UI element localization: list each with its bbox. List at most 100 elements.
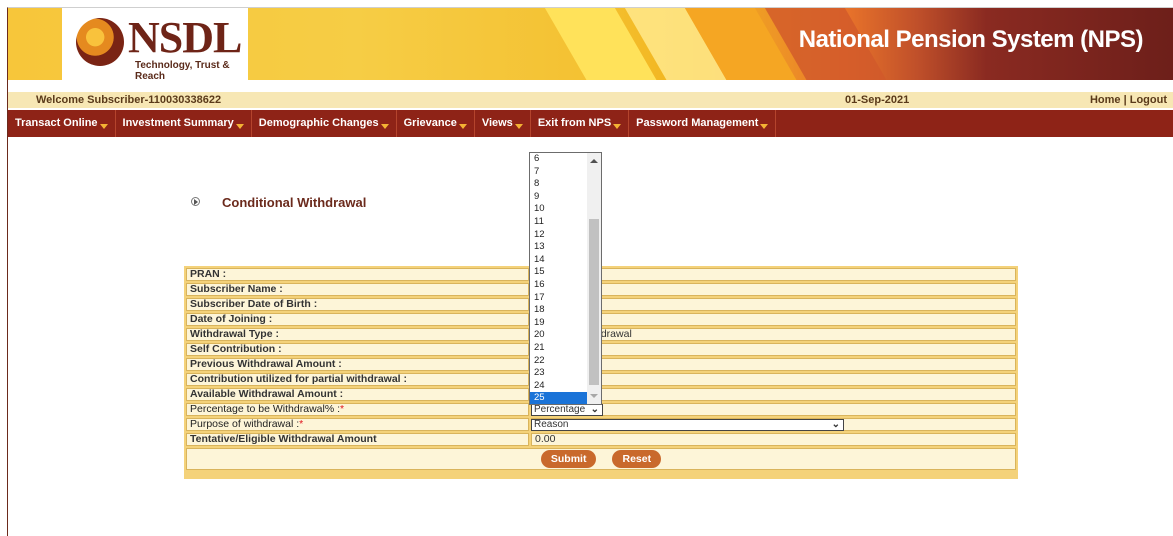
- form-row: Tentative/Eligible Withdrawal Amount 0.00: [186, 433, 1016, 446]
- dropdown-option[interactable]: 20: [530, 329, 589, 342]
- button-row: Submit Reset: [186, 448, 1016, 470]
- dropdown-option[interactable]: 12: [530, 229, 589, 242]
- dob-value: [531, 298, 1016, 311]
- dropdown-option[interactable]: 22: [530, 355, 589, 368]
- dropdown-option[interactable]: 15: [530, 266, 589, 279]
- purpose-select[interactable]: Reason ⌄: [531, 419, 844, 431]
- dropdown-arrow-icon: [458, 124, 467, 129]
- current-date: 01-Sep-2021: [845, 94, 910, 106]
- chevron-down-icon: ⌄: [590, 404, 599, 415]
- scroll-up-icon[interactable]: [590, 159, 598, 163]
- nav-label: Investment Summary: [122, 117, 234, 129]
- dropdown-option[interactable]: 6: [530, 153, 589, 166]
- withdrawal-type-value: hdrawal: [531, 328, 1016, 341]
- link-separator: |: [1120, 94, 1130, 106]
- purpose-label: Purpose of withdrawal :*: [186, 418, 529, 431]
- chevron-down-icon: ⌄: [831, 419, 840, 430]
- dropdown-option[interactable]: 23: [530, 367, 589, 380]
- page-title: Conditional Withdrawal: [222, 195, 367, 210]
- percentage-select-value: Percentage: [534, 404, 586, 415]
- dropdown-option[interactable]: 13: [530, 241, 589, 254]
- nav-label: Demographic Changes: [258, 117, 379, 129]
- tentative-amount-value: 0.00: [531, 433, 1016, 446]
- welcome-bar: Welcome Subscriber-110030338622 01-Sep-2…: [8, 92, 1173, 108]
- dropdown-option[interactable]: 7: [530, 166, 589, 179]
- dropdown-arrow-icon: [514, 124, 523, 129]
- contribution-utilized-label: Contribution utilized for partial withdr…: [186, 373, 529, 386]
- subscriber-name-value: [531, 283, 1016, 296]
- doj-value: [531, 313, 1016, 326]
- tentative-amount-label: Tentative/Eligible Withdrawal Amount: [186, 433, 529, 446]
- nav-views[interactable]: Views: [475, 110, 531, 137]
- required-mark: *: [299, 418, 304, 430]
- dropdown-scrollbar[interactable]: [587, 153, 601, 404]
- pran-label: PRAN :: [186, 268, 529, 281]
- nav-investment-summary[interactable]: Investment Summary: [116, 110, 252, 137]
- scroll-thumb[interactable]: [589, 219, 599, 385]
- dropdown-arrow-icon: [760, 124, 769, 129]
- nav-label: Transact Online: [15, 117, 98, 129]
- self-contribution-label: Self Contribution :: [186, 343, 529, 356]
- system-title: National Pension System (NPS): [798, 26, 1144, 53]
- submit-button[interactable]: Submit: [540, 450, 597, 468]
- reset-button[interactable]: Reset: [612, 450, 662, 468]
- dropdown-arrow-icon: [380, 124, 389, 129]
- percentage-label-text: Percentage to be Withdrawal% :: [190, 403, 340, 415]
- dropdown-option[interactable]: 14: [530, 254, 589, 267]
- dropdown-option[interactable]: 21: [530, 342, 589, 355]
- self-contribution-value: [531, 343, 1016, 356]
- dropdown-arrow-icon: [613, 124, 622, 129]
- logo-tagline: Technology, Trust & Reach: [135, 60, 230, 80]
- nav-label: Exit from NPS: [537, 117, 612, 129]
- percentage-dropdown-list[interactable]: 6 7 8 9 10 11 12 13 14 15 16 17 18 19 20 21 22 23 24 25: [529, 152, 602, 405]
- dropdown-option[interactable]: 16: [530, 279, 589, 292]
- nav-grievance[interactable]: Grievance: [397, 110, 475, 137]
- nav-demographic-changes[interactable]: Demographic Changes: [252, 110, 397, 137]
- nav-transact-online[interactable]: Transact Online: [8, 110, 116, 137]
- scroll-down-icon[interactable]: [590, 394, 598, 398]
- dropdown-option[interactable]: 8: [530, 178, 589, 191]
- nsdl-logo: NSDL Technology, Trust & Reach: [62, 8, 248, 80]
- purpose-label-text: Purpose of withdrawal :: [190, 418, 300, 430]
- nav-label: Grievance: [403, 117, 457, 129]
- withdrawal-type-label: Withdrawal Type :: [186, 328, 529, 341]
- logout-link[interactable]: Logout: [1130, 94, 1167, 106]
- form-row: Purpose of withdrawal :* Reason ⌄: [186, 418, 1016, 431]
- pran-value: [531, 268, 1016, 281]
- previous-withdrawal-label: Previous Withdrawal Amount :: [186, 358, 529, 371]
- dropdown-option[interactable]: 25: [530, 392, 589, 404]
- percentage-cell: [531, 403, 1016, 416]
- bullet-icon: [191, 197, 200, 206]
- nav-password-management[interactable]: Password Management: [629, 110, 777, 137]
- dropdown-option[interactable]: 10: [530, 203, 589, 216]
- dropdown-arrow-icon: [99, 124, 108, 129]
- dropdown-option[interactable]: 24: [530, 380, 589, 393]
- nsdl-logo-icon: [76, 18, 124, 66]
- dropdown-option[interactable]: 19: [530, 317, 589, 330]
- nav-exit-from-nps[interactable]: Exit from NPS: [531, 110, 630, 137]
- nav-label: Password Management: [636, 117, 759, 129]
- dropdown-option[interactable]: 17: [530, 292, 589, 305]
- dropdown-option[interactable]: 18: [530, 304, 589, 317]
- nav-label: Views: [481, 117, 513, 129]
- contribution-utilized-value: [531, 373, 1016, 386]
- welcome-text: Welcome Subscriber-110030338622: [36, 94, 222, 106]
- available-withdrawal-label: Available Withdrawal Amount :: [186, 388, 529, 401]
- home-logout-links: Home | Logout: [1090, 94, 1167, 106]
- required-mark: *: [340, 403, 345, 415]
- dropdown-option[interactable]: 11: [530, 216, 589, 229]
- home-link[interactable]: Home: [1090, 94, 1121, 106]
- percentage-select[interactable]: Percentage ⌄: [531, 404, 603, 416]
- previous-withdrawal-value: [531, 358, 1016, 371]
- percentage-label: Percentage to be Withdrawal% :*: [186, 403, 529, 416]
- dropdown-arrow-icon: [235, 124, 244, 129]
- dropdown-option[interactable]: 9: [530, 191, 589, 204]
- dob-label: Subscriber Date of Birth :: [186, 298, 529, 311]
- main-nav: Transact Online Investment Summary Demog…: [8, 110, 1173, 137]
- logo-text: NSDL: [128, 13, 242, 62]
- available-withdrawal-value: [531, 388, 1016, 401]
- doj-label: Date of Joining :: [186, 313, 529, 326]
- purpose-select-value: Reason: [534, 419, 569, 430]
- subscriber-name-label: Subscriber Name :: [186, 283, 529, 296]
- header-banner: NSDL Technology, Trust & Reach National …: [8, 8, 1173, 80]
